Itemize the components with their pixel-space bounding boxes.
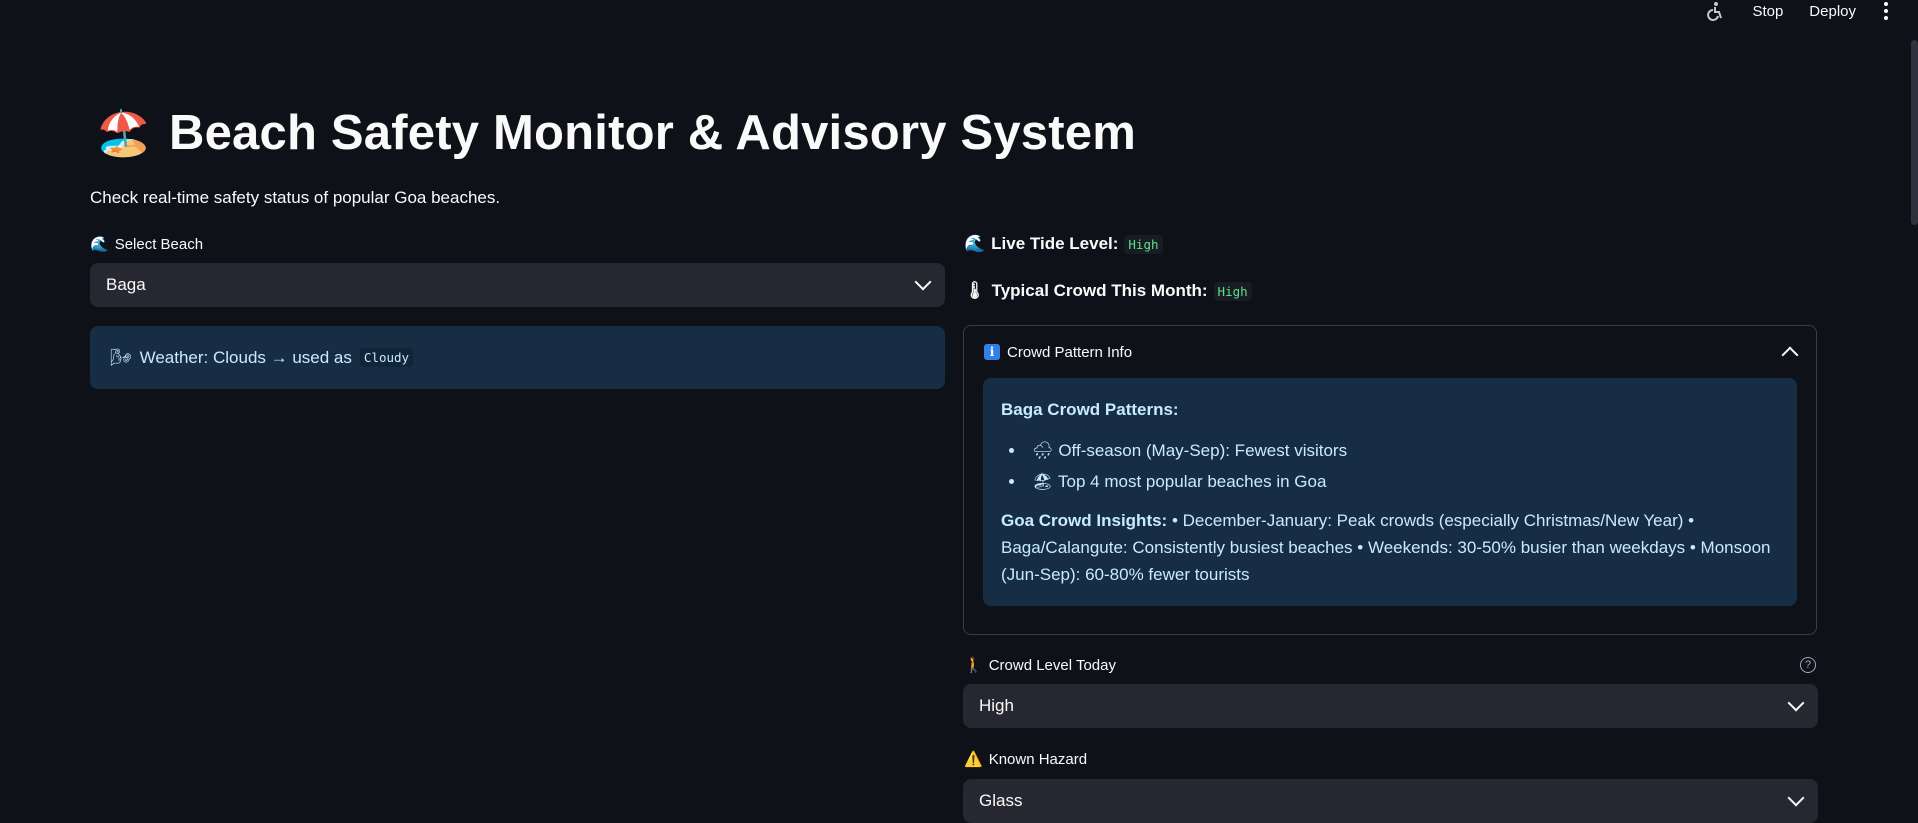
stop-button[interactable]: Stop [1752, 3, 1783, 20]
beach-icon: 🏖 [1032, 472, 1054, 491]
tide-value: High [1124, 234, 1163, 254]
typical-crowd-label: Typical Crowd This Month: [991, 281, 1208, 300]
known-hazard-label: ⚠️ Known Hazard [964, 750, 1088, 769]
page-title-text: Beach Safety Monitor & Advisory System [169, 106, 1136, 160]
select-beach-label: 🌊 Select Beach [90, 235, 204, 254]
select-beach-value: Baga [106, 275, 146, 294]
crowd-pattern-list: 🌧 Off-season (May-Sep): Fewest visitors … [1001, 437, 1779, 495]
rain-cloud-icon: 🌧 [1032, 441, 1054, 460]
thermometer-icon: 🌡 [964, 281, 986, 300]
crowd-level-today-value: High [979, 696, 1014, 715]
help-icon[interactable]: ? [1800, 657, 1816, 673]
crowd-pattern-heading: Baga Crowd Patterns: [1001, 400, 1179, 419]
tide-label: Live Tide Level: [991, 234, 1119, 253]
crowd-level-today-label-text: Crowd Level Today [988, 656, 1116, 674]
page-title: 🏖️ Beach Safety Monitor & Advisory Syste… [96, 105, 1136, 161]
crowd-pattern-info-box: Baga Crowd Patterns: 🌧 Off-season (May-S… [983, 378, 1797, 606]
tide-level-line: 🌊 Live Tide Level: High [964, 234, 1163, 254]
select-beach-label-text: Select Beach [114, 235, 204, 253]
chevron-down-icon [1787, 694, 1805, 712]
list-item: 🏖 Top 4 most popular beaches in Goa [1026, 468, 1779, 495]
crowd-level-today-label: 🚶 Crowd Level Today ? [964, 656, 1816, 674]
crowd-insights-label: Goa Crowd Insights: [1001, 511, 1168, 530]
crowd-level-today-dropdown[interactable]: High [963, 684, 1818, 728]
weather-text: Weather: Clouds → used as [139, 347, 352, 367]
page-subtitle: Check real-time safety status of popular… [90, 188, 501, 207]
wind-icon: 🌬 [110, 347, 132, 367]
weather-info-box: 🌬 Weather: Clouds → used as Cloudy [90, 326, 945, 389]
crowd-pattern-expander-header[interactable]: i Crowd Pattern Info [964, 326, 1816, 378]
beach-umbrella-icon: 🏖️ [96, 109, 151, 158]
info-icon: i [984, 344, 1000, 360]
crowd-pattern-title: Crowd Pattern Info [1007, 343, 1133, 361]
known-hazard-value: Glass [979, 791, 1023, 810]
crowd-pattern-expander: i Crowd Pattern Info Baga Crowd Patterns… [963, 325, 1817, 635]
chevron-up-icon [1781, 346, 1799, 364]
list-item: 🌧 Off-season (May-Sep): Fewest visitors [1026, 437, 1779, 464]
select-beach-dropdown[interactable]: Baga [90, 263, 945, 307]
deploy-button[interactable]: Deploy [1809, 3, 1856, 20]
page-scrollbar[interactable] [1911, 40, 1918, 225]
vertical-dots-icon[interactable] [1882, 2, 1890, 20]
chevron-down-icon [1787, 789, 1805, 807]
wave-icon: 🌊 [90, 236, 109, 253]
walking-person-icon: 🚶 [964, 657, 983, 674]
top-toolbar: Stop Deploy [1704, 0, 1890, 22]
list-item-text: Top 4 most popular beaches in Goa [1058, 472, 1327, 491]
wave-icon: 🌊 [964, 234, 986, 253]
typical-crowd-line: 🌡 Typical Crowd This Month: High [964, 281, 1252, 301]
list-item-text: Off-season (May-Sep): Fewest visitors [1058, 441, 1348, 460]
warning-icon: ⚠️ [964, 751, 983, 768]
known-hazard-dropdown[interactable]: Glass [963, 779, 1818, 823]
typical-crowd-value: High [1213, 281, 1252, 301]
weather-code: Cloudy [359, 348, 414, 367]
chevron-down-icon [914, 273, 932, 291]
crowd-insights: Goa Crowd Insights: • December-January: … [1001, 507, 1779, 588]
known-hazard-label-text: Known Hazard [988, 750, 1088, 768]
wheelchair-icon[interactable] [1704, 0, 1726, 22]
